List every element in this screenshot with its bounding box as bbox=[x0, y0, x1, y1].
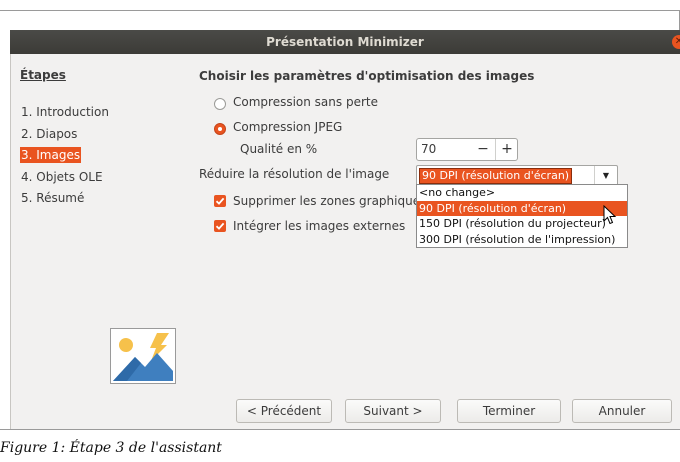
embed-checkbox[interactable] bbox=[214, 220, 226, 232]
next-button[interactable]: Suivant > bbox=[345, 399, 441, 423]
checkmark-icon bbox=[215, 222, 225, 230]
button-bar: < Précédent Suivant > Terminer Annuler bbox=[11, 392, 680, 429]
resolution-option[interactable]: <no change> bbox=[417, 185, 627, 201]
step-label: 4. Objets OLE bbox=[21, 169, 103, 184]
chevron-down-icon[interactable]: ▼ bbox=[594, 166, 617, 185]
figure-frame-bottom bbox=[0, 429, 680, 430]
step-images[interactable]: 3. Images bbox=[20, 145, 110, 167]
resolution-dropdown-list[interactable]: <no change> 90 DPI (résolution d'écran) … bbox=[416, 184, 628, 248]
resolution-option[interactable]: 150 DPI (résolution du projecteur) bbox=[417, 216, 627, 232]
step-introduction[interactable]: 1. Introduction bbox=[20, 102, 110, 124]
close-icon[interactable]: ✕ bbox=[672, 35, 680, 49]
steps-sidebar: Étapes 1. Introduction 2. Diapos 3. Imag… bbox=[11, 54, 186, 392]
step-diapos[interactable]: 2. Diapos bbox=[20, 124, 110, 146]
steps-heading: Étapes bbox=[20, 68, 66, 82]
steps-list: 1. Introduction 2. Diapos 3. Images 4. O… bbox=[20, 102, 110, 210]
step-label: 5. Résumé bbox=[21, 191, 85, 205]
crop-checkbox[interactable] bbox=[214, 195, 226, 207]
cancel-button[interactable]: Annuler bbox=[572, 399, 672, 423]
resolution-combobox[interactable]: 90 DPI (résolution d'écran) ▼ bbox=[416, 165, 618, 186]
step-objets-ole[interactable]: 4. Objets OLE bbox=[20, 167, 110, 189]
landscape-image-icon bbox=[110, 328, 176, 384]
mouse-pointer-icon bbox=[603, 205, 617, 225]
lossless-radio[interactable] bbox=[214, 98, 226, 110]
resolution-option[interactable]: 90 DPI (résolution d'écran) bbox=[417, 200, 627, 216]
resolution-label: Réduire la résolution de l'image bbox=[199, 167, 390, 181]
figure-caption: Figure 1: Étape 3 de l'assistant bbox=[0, 440, 222, 456]
quality-spinbox[interactable]: 70 − + bbox=[416, 138, 518, 161]
window-title: Présentation Minimizer bbox=[266, 35, 424, 49]
finish-button[interactable]: Terminer bbox=[457, 399, 561, 423]
figure-frame-top bbox=[0, 10, 679, 11]
previous-button[interactable]: < Précédent bbox=[236, 399, 332, 423]
embed-label[interactable]: Intégrer les images externes bbox=[233, 219, 405, 233]
step-resume[interactable]: 5. Résumé bbox=[20, 188, 110, 210]
jpeg-radio[interactable] bbox=[214, 123, 226, 135]
step-label: 1. Introduction bbox=[21, 105, 109, 119]
wizard-window: Étapes 1. Introduction 2. Diapos 3. Imag… bbox=[10, 54, 680, 429]
content-title: Choisir les paramètres d'optimisation de… bbox=[199, 69, 535, 83]
resolution-option[interactable]: 300 DPI (résolution de l'impression) bbox=[417, 232, 627, 248]
checkmark-icon bbox=[215, 197, 225, 205]
quality-increase-button[interactable]: + bbox=[495, 139, 518, 160]
crop-label[interactable]: Supprimer les zones graphiques bbox=[233, 194, 426, 208]
resolution-selected-value[interactable]: 90 DPI (résolution d'écran) bbox=[419, 168, 573, 184]
quality-label: Qualité en % bbox=[240, 142, 318, 156]
lossless-label[interactable]: Compression sans perte bbox=[233, 95, 378, 109]
step-label: 2. Diapos bbox=[21, 126, 78, 141]
quality-value[interactable]: 70 bbox=[421, 142, 436, 156]
quality-decrease-button[interactable]: − bbox=[472, 139, 494, 160]
window-titlebar[interactable]: Présentation Minimizer ✕ bbox=[10, 30, 680, 54]
jpeg-label[interactable]: Compression JPEG bbox=[233, 120, 342, 134]
step-label: 3. Images bbox=[20, 147, 82, 163]
